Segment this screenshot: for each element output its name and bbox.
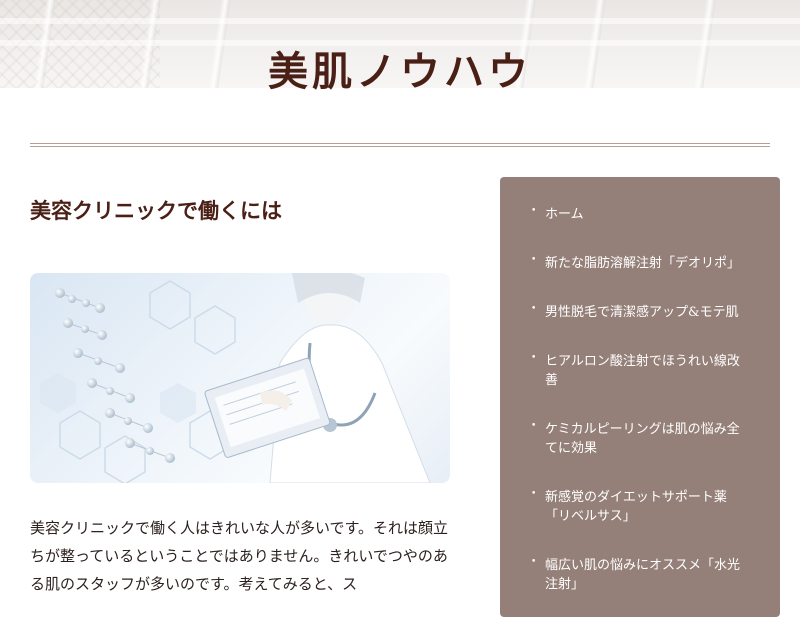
sidebar-nav-list: • ホーム • 新たな脂肪溶解注射「デオリポ」 • 男性脱毛で清潔感アップ&モテ…	[500, 205, 780, 624]
sidebar-item-rybelsus[interactable]: • 新感覚のダイエットサポート薬「リベルサス」	[500, 488, 780, 526]
sidebar-item-label[interactable]: ケミカルピーリングは肌の悩み全てに効果	[545, 422, 740, 456]
bullet-icon: •	[531, 206, 537, 216]
sidebar-item-label[interactable]: 男性脱毛で清潔感アップ&モテ肌	[545, 305, 739, 320]
sidebar-item-label[interactable]: ホーム	[545, 207, 584, 222]
article-body-text: 美容クリニックで働く人はきれいな人が多いです。それは顔立ちが整っているということ…	[30, 519, 449, 593]
bullet-icon: •	[531, 255, 537, 265]
bullet-icon: •	[531, 353, 537, 363]
sidebar-item-label[interactable]: ヒアルロン酸注射でほうれい線改善	[545, 354, 740, 388]
doctor-dna-illustration	[40, 273, 431, 483]
bullet-icon: •	[531, 421, 537, 431]
sidebar-item-label[interactable]: 新たな脂肪溶解注射「デオリポ」	[545, 256, 740, 271]
bullet-icon: •	[531, 304, 537, 314]
sidebar-item-label[interactable]: 新感覚のダイエットサポート薬「リベルサス」	[545, 490, 727, 524]
sidebar-item-mens-hair-removal[interactable]: • 男性脱毛で清潔感アップ&モテ肌	[500, 303, 780, 322]
sidebar-item-chemical-peeling[interactable]: • ケミカルピーリングは肌の悩み全てに効果	[500, 420, 780, 458]
article-hero-image	[30, 273, 450, 483]
header-divider	[30, 143, 770, 147]
bullet-icon: •	[531, 557, 537, 567]
sidebar-item-water-light-injection[interactable]: • 幅広い肌の悩みにオススメ「水光注射」	[500, 556, 780, 594]
bullet-icon: •	[531, 489, 537, 499]
sidebar-item-deoripo[interactable]: • 新たな脂肪溶解注射「デオリポ」	[500, 254, 780, 273]
article-title: 美容クリニックで働くには	[30, 198, 282, 223]
sidebar-item-label[interactable]: 幅広い肌の悩みにオススメ「水光注射」	[545, 558, 740, 592]
sidebar-item-hyaluronic-acid[interactable]: • ヒアルロン酸注射でほうれい線改善	[500, 352, 780, 390]
header-background-bar	[0, 18, 800, 24]
site-title[interactable]: 美肌ノウハウ	[0, 46, 800, 98]
sidebar-nav: • ホーム • 新たな脂肪溶解注射「デオリポ」 • 男性脱毛で清潔感アップ&モテ…	[500, 177, 780, 617]
sidebar-item-home[interactable]: • ホーム	[500, 205, 780, 224]
